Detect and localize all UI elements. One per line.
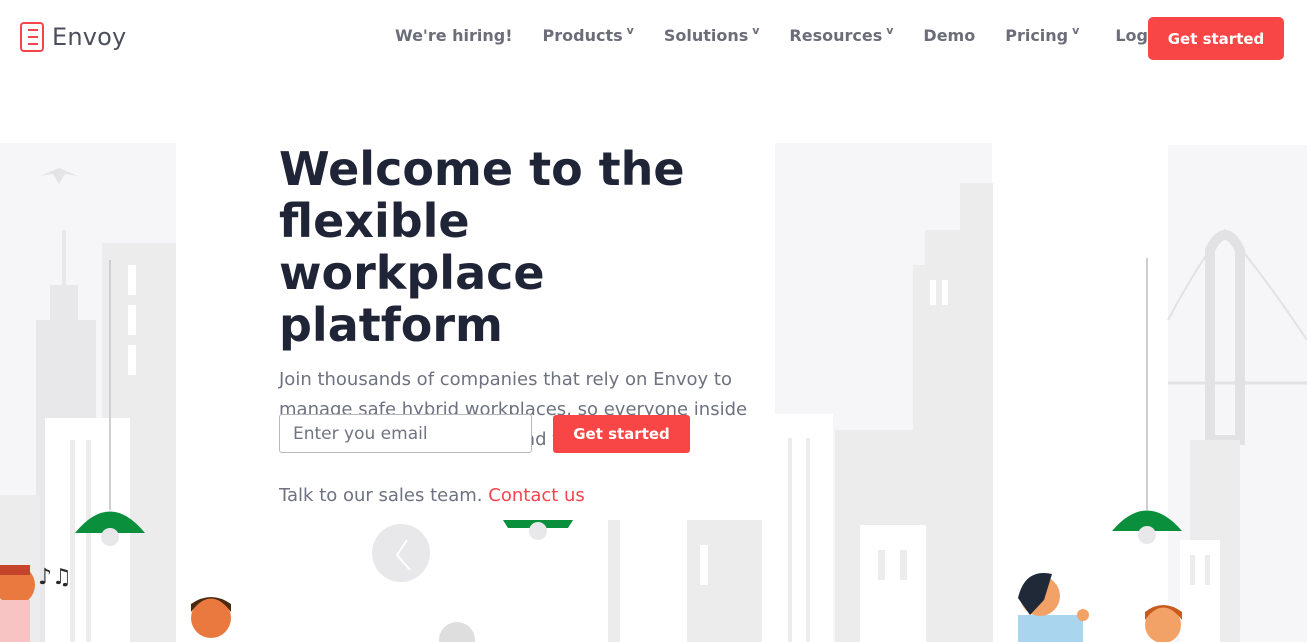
window [942, 280, 948, 305]
chevron-down-icon: v [752, 24, 760, 37]
brand-logo[interactable]: Envoy [20, 22, 126, 52]
window [86, 440, 91, 642]
window [930, 280, 936, 305]
window [878, 550, 885, 580]
nav-link-products[interactable]: Products v [542, 24, 634, 45]
person-with-headphones [0, 565, 35, 642]
brand-name: Envoy [52, 23, 127, 51]
window [700, 545, 708, 585]
nav-link-label: Pricing [1005, 26, 1069, 45]
plant [439, 622, 475, 642]
nav-link-label: Solutions [663, 26, 749, 45]
email-input[interactable] [279, 414, 532, 453]
window [128, 345, 136, 375]
hero-get-started-button[interactable]: Get started [553, 415, 690, 453]
window [70, 440, 75, 642]
window [128, 305, 136, 335]
nav-link-label: Demo [923, 26, 976, 45]
top-navigation: Envoy We're hiring! Products v Solutions v… [0, 0, 1307, 78]
music-notes-icon: ♪♫ [38, 565, 72, 590]
nav-link-resources[interactable]: Resources v [789, 24, 894, 45]
building [1180, 540, 1220, 642]
window [1190, 555, 1195, 585]
nav-link-hiring[interactable]: We're hiring! [395, 26, 513, 45]
sales-text: Talk to our sales team. [279, 485, 483, 506]
nav-link-label: Resources [789, 26, 883, 45]
window [806, 438, 810, 642]
window [1205, 555, 1210, 585]
lamp-bulb [1138, 526, 1156, 544]
antenna [62, 230, 66, 290]
hero-section: Welcome to the flexible workplace platfo… [279, 143, 749, 455]
nav-link-label: We're hiring! [395, 26, 513, 45]
lamp-bulb [529, 522, 547, 540]
lamp-bulb [101, 528, 119, 546]
building [608, 520, 620, 642]
chevron-down-icon: v [1072, 24, 1080, 37]
contact-us-link[interactable]: Contact us [488, 485, 585, 506]
person-waving [1018, 573, 1089, 642]
nav-link-demo[interactable]: Demo [923, 26, 975, 45]
nav-link-label: Products [542, 26, 623, 45]
envoy-logo-icon [20, 22, 44, 52]
window [900, 550, 907, 580]
nav-links: We're hiring! Products v Solutions v Resou… [395, 24, 1200, 45]
person-avatar [191, 597, 231, 638]
window [788, 438, 792, 642]
person-avatar [1145, 605, 1182, 642]
building [687, 520, 762, 642]
sales-contact: Talk to our sales team. Contact us [279, 485, 585, 506]
building [860, 525, 926, 642]
window [128, 265, 136, 295]
chevron-down-icon: v [626, 24, 634, 37]
chevron-down-icon: v [886, 24, 894, 37]
nav-get-started-button[interactable]: Get started [1148, 17, 1284, 60]
building [775, 414, 833, 642]
nav-link-pricing[interactable]: Pricing v [1005, 24, 1080, 45]
clock-icon [372, 524, 430, 582]
nav-link-solutions[interactable]: Solutions v [663, 24, 760, 45]
hero-headline: Welcome to the flexible workplace platfo… [279, 142, 685, 352]
